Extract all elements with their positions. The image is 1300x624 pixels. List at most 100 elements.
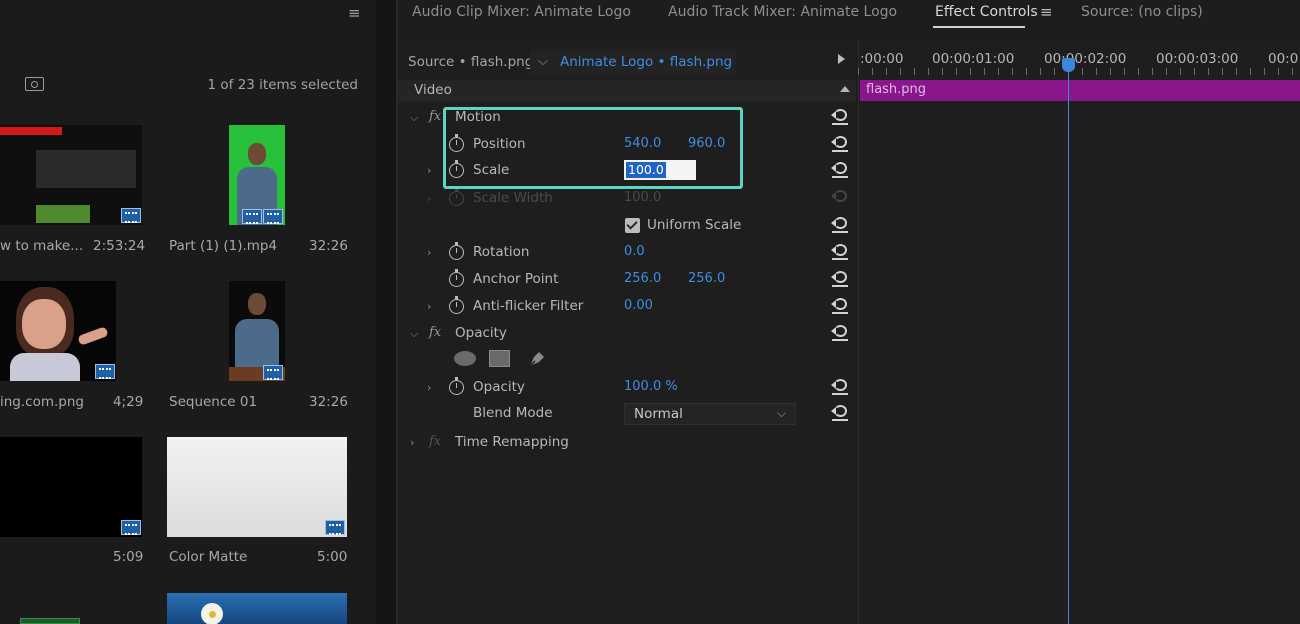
opacity-effect-row: ⌵ fx Opacity (398, 323, 856, 349)
project-item-duration: 4;29 (113, 394, 144, 410)
reset-icon[interactable] (831, 404, 849, 421)
collapse-up-icon[interactable] (840, 86, 850, 92)
fx-icon[interactable]: fx (429, 325, 441, 340)
image-badge-icon (95, 364, 115, 379)
time-ruler[interactable]: :00:00 00:00:01:00 00:00:02:00 00:00:03:… (858, 48, 1300, 78)
project-panel: ≡ 1 of 23 items selected w to make... 2:… (0, 0, 376, 624)
opacity-group-label: Opacity (455, 325, 507, 341)
reset-icon (831, 189, 849, 205)
project-item-thumbnail[interactable] (229, 281, 285, 381)
chevron-down-icon: ⌵ (777, 406, 787, 420)
panel-divider[interactable] (376, 0, 398, 624)
anchor-point-label: Anchor Point (473, 271, 559, 287)
clip-bar[interactable]: flash.png (860, 80, 1300, 101)
project-item-name: w to make... (0, 238, 84, 254)
fx-icon: fx (429, 434, 442, 449)
effect-timeline (858, 40, 1300, 624)
uniform-scale-checkbox[interactable] (625, 218, 640, 233)
tab-effect-controls[interactable]: Effect Controls (935, 4, 1038, 20)
tab-audio-track-mixer[interactable]: Audio Track Mixer: Animate Logo (668, 4, 897, 20)
timecode-label: 00:00:02:00 (1044, 51, 1127, 67)
chevron-down-icon[interactable]: ⌵ (410, 111, 418, 125)
reset-icon[interactable] (831, 324, 849, 341)
video-label: Video (414, 82, 452, 98)
blend-mode-value: Normal (634, 406, 683, 422)
timecode-label: 00:00:03:00 (1156, 51, 1239, 67)
chevron-right-icon[interactable]: › (427, 381, 431, 394)
reset-icon[interactable] (831, 108, 849, 125)
sequence-badge-icon (263, 365, 283, 380)
color-matte-badge-icon (325, 520, 345, 535)
anti-flicker-value[interactable]: 0.00 (624, 298, 653, 313)
reset-icon[interactable] (831, 216, 849, 233)
clip-name: flash.png (866, 82, 927, 97)
fx-icon[interactable]: fx (429, 109, 441, 124)
playhead-handle[interactable] (1062, 58, 1075, 72)
rotation-row: › Rotation 0.0 (398, 242, 856, 268)
stopwatch-icon[interactable] (449, 269, 464, 287)
blend-mode-select[interactable]: Normal ⌵ (624, 403, 796, 425)
project-item-thumbnail[interactable] (0, 125, 142, 225)
anti-flicker-row: › Anti-flicker Filter 0.00 (398, 296, 856, 322)
reset-icon[interactable] (831, 135, 849, 152)
reset-icon[interactable] (831, 378, 849, 395)
project-item-thumbnail[interactable] (167, 593, 347, 624)
project-item-thumbnail[interactable] (0, 437, 142, 537)
rotation-label: Rotation (473, 244, 530, 260)
timecode-label: 00:00:01:00 (932, 51, 1015, 67)
scale-width-value: 100.0 (624, 190, 662, 205)
project-item-name: Color Matte (169, 549, 248, 565)
pen-mask-icon[interactable] (526, 348, 548, 370)
chevron-right-icon[interactable]: › (427, 300, 431, 313)
reset-icon[interactable] (831, 270, 849, 287)
chevron-right-icon[interactable]: › (427, 164, 431, 177)
opacity-label: Opacity (473, 379, 525, 395)
sequence-badge-icon (121, 520, 141, 535)
project-item-thumbnail[interactable] (229, 125, 285, 225)
anchor-point-x-value[interactable]: 256.0 (624, 271, 661, 286)
sequence-clip-dropdown[interactable]: ⌵ Animate Logo • flash.png (530, 51, 736, 75)
project-item-name: Sequence 01 (169, 394, 258, 410)
tab-source[interactable]: Source: (no clips) (1081, 4, 1203, 20)
project-item-thumbnail[interactable] (167, 437, 347, 537)
chevron-right-icon[interactable]: › (410, 436, 414, 449)
video-section-header: Video (398, 80, 856, 102)
timecode-label: :00:00 (860, 51, 904, 67)
rotation-value[interactable]: 0.0 (624, 244, 645, 259)
ellipse-mask-icon[interactable] (454, 351, 476, 366)
play-arrow-icon[interactable] (838, 54, 845, 64)
time-remapping-label: Time Remapping (455, 434, 569, 450)
tab-menu-icon[interactable]: ≡ (1040, 3, 1053, 21)
project-item-duration: 2:53:24 (93, 238, 146, 254)
project-item-thumbnail[interactable] (20, 618, 80, 624)
source-clip-label: Source • flash.png (408, 54, 534, 70)
project-item-duration: 5:09 (113, 549, 144, 565)
stopwatch-icon (449, 188, 464, 206)
stopwatch-icon[interactable] (449, 242, 464, 260)
project-item-name: Part (1) (1).mp4 (169, 238, 278, 254)
anchor-point-row: Anchor Point 256.0 256.0 (398, 269, 856, 295)
project-item-thumbnail[interactable] (0, 281, 116, 381)
chevron-down-icon: ⌵ (538, 54, 548, 69)
new-bin-icon[interactable] (25, 77, 44, 91)
anchor-point-y-value[interactable]: 256.0 (688, 271, 725, 286)
reset-icon[interactable] (831, 243, 849, 260)
stopwatch-icon[interactable] (449, 377, 464, 395)
opacity-value[interactable]: 100.0 % (624, 379, 678, 394)
tab-audio-clip-mixer[interactable]: Audio Clip Mixer: Animate Logo (412, 4, 631, 20)
reset-icon[interactable] (831, 297, 849, 314)
project-item-duration: 32:26 (309, 394, 348, 410)
chevron-down-icon[interactable]: ⌵ (410, 327, 418, 341)
scale-width-row: › Scale Width 100.0 (398, 188, 856, 214)
project-item-duration: 32:26 (309, 238, 348, 254)
reset-icon[interactable] (831, 161, 849, 178)
blend-mode-label: Blend Mode (473, 405, 553, 421)
panel-menu-icon[interactable]: ≡ (348, 4, 361, 22)
chevron-right-icon: › (427, 192, 432, 205)
active-tab-indicator (933, 26, 1025, 28)
stopwatch-icon[interactable] (449, 296, 464, 314)
opacity-row: › Opacity 100.0 % (398, 377, 856, 403)
rectangle-mask-icon[interactable] (489, 350, 510, 367)
chevron-right-icon[interactable]: › (427, 246, 431, 259)
sequence-clip-label: Animate Logo • flash.png (560, 54, 733, 70)
